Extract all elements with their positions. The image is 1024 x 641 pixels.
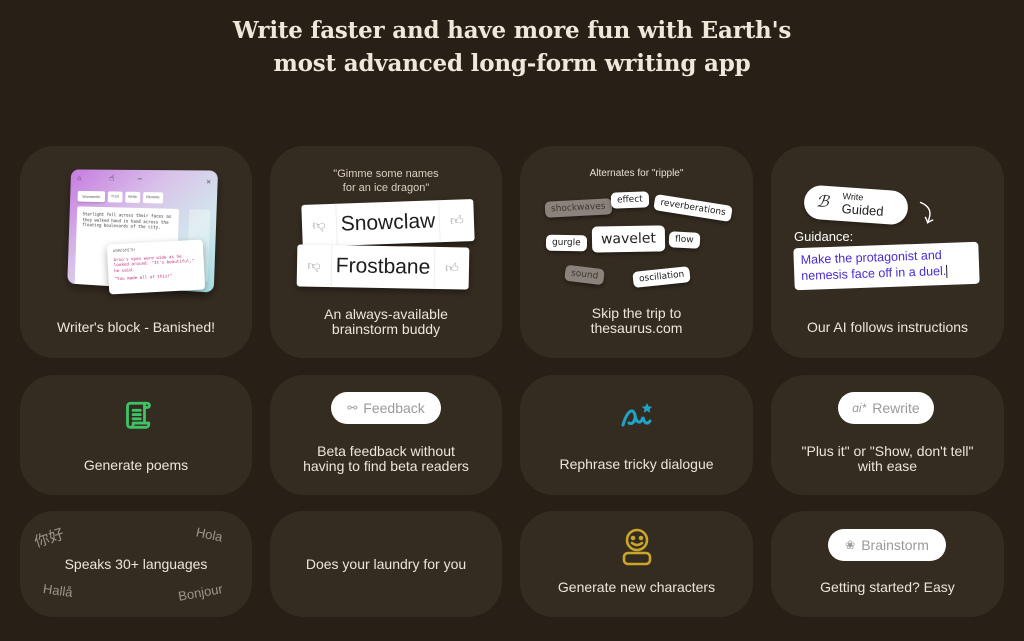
card-caption: An always-available brainstorm buddy <box>270 307 502 337</box>
popup-text: Arno's eyes were wide as he looked aroun… <box>113 253 195 273</box>
pill-label: Rewrite <box>872 400 920 416</box>
caption-line-2: brainstorm buddy <box>331 321 441 337</box>
prompt-line-1: "Gimme some names <box>333 168 439 180</box>
feature-card-brainstorm-buddy: "Gimme some names for an ice dragon" 👎︎ … <box>270 146 502 358</box>
greeting-french: Bonjour <box>177 581 224 604</box>
feature-card-poems: Generate poems <box>20 375 252 495</box>
thumbs-up-icon: 👍︎ <box>445 260 459 276</box>
guidance-input: Make the protagonist and nemesis face of… <box>793 241 980 291</box>
text-caret <box>946 265 948 279</box>
card-caption: Skip the trip to thesaurus.com <box>520 306 753 336</box>
greeting-swedish: Hallå <box>42 581 74 600</box>
caption-line-1: Skip the trip to <box>591 305 682 321</box>
feature-card-writers-block: ⌂ ▪▪▪ ✕ Wordsmith Tl;Dr Write Rewrite St… <box>20 146 252 358</box>
card-caption: Our AI follows instructions <box>806 319 969 335</box>
wordsmith-popup: WORDSMITH Arno's eyes were wide as he lo… <box>106 239 206 295</box>
word-chip: oscillation <box>632 266 692 288</box>
feature-card-thesaurus: Alternates for "ripple" shockwaves effec… <box>520 146 753 358</box>
popup-quote: "You made all of this!" <box>114 273 173 282</box>
name-suggestion-card: 👎︎ Frostbane 👍︎ <box>296 244 470 290</box>
card-caption: Speaks 30+ languages <box>64 556 208 572</box>
caption-line-1: "Plus it" or "Show, don't tell" <box>801 443 974 459</box>
thumbs-down-icon: 👎︎ <box>312 217 326 233</box>
tab-write: Write <box>124 191 141 203</box>
feature-card-rewrite: ɑi* Rewrite "Plus it" or "Show, don't te… <box>771 375 1004 495</box>
word-chip: wavelet <box>591 225 666 253</box>
word-chip: gurgle <box>545 234 587 252</box>
pill-label: Brainstorm <box>861 537 929 553</box>
feature-card-characters: Generate new characters <box>520 511 753 617</box>
headline-line-1: Write faster and have more fun with Eart… <box>232 17 792 44</box>
pointer-cursor-icon: ☝ <box>109 173 115 183</box>
ai-sparkle-icon: ɑi* <box>852 401 867 415</box>
greeting-chinese: 你好 <box>32 525 67 552</box>
card-caption: Rephrase tricky dialogue <box>559 456 714 472</box>
scroll-icon <box>20 399 252 438</box>
caption-line-2: with ease <box>857 458 918 474</box>
quill-icon: ℬ <box>815 191 830 212</box>
close-icon: ✕ <box>205 179 212 187</box>
guidance-label: Guidance: <box>794 229 854 244</box>
card-caption: Getting started? Easy <box>820 579 955 595</box>
card-caption: Does your laundry for you <box>305 556 467 572</box>
glasses-icon: ⚯ <box>347 401 358 415</box>
name-suggestion-card: 👎︎ Snowclaw 👍︎ <box>301 199 475 247</box>
feature-card-rephrase: Rephrase tricky dialogue <box>520 375 753 495</box>
suggested-name: Snowclaw <box>335 200 441 246</box>
tool-tabs: Wordsmith Tl;Dr Write Rewrite <box>77 190 163 204</box>
word-chip: effect <box>610 191 650 209</box>
app-logo: ▪▪▪ <box>137 175 143 181</box>
rewrite-pill: ɑi* Rewrite <box>838 392 934 424</box>
pill-label: Feedback <box>363 400 425 416</box>
prompt-quote: "Gimme some names for an ice dragon" <box>270 167 502 195</box>
caption-line-1: An always-available <box>324 306 448 322</box>
feature-card-languages: 你好 Hola Hallå Bonjour Speaks 30+ languag… <box>20 511 252 617</box>
tab-rewrite: Rewrite <box>142 192 163 204</box>
feature-card-guided-write: ℬ Write Guided ⤵ Guidance: Make the prot… <box>771 146 1004 358</box>
caption-line-2: thesaurus.com <box>590 320 683 336</box>
brainstorm-pill: ❀ Brainstorm <box>828 529 946 561</box>
caption-line-2: having to find beta readers <box>303 458 469 474</box>
word-chip: reverberations <box>653 193 733 223</box>
tab-wordsmith: Wordsmith <box>77 190 106 203</box>
alternates-title: Alternates for "ripple" <box>589 168 684 179</box>
word-chip: flow <box>668 231 700 249</box>
card-caption: Generate new characters <box>557 579 716 595</box>
thumbs-down-icon: 👎︎ <box>307 257 321 273</box>
suggested-name: Frostbane <box>330 245 436 289</box>
home-icon: ⌂ <box>77 175 82 183</box>
feature-card-laundry: Does your laundry for you <box>270 511 502 617</box>
button-line-2: Guided <box>841 201 885 219</box>
card-caption: Writer's block - Banished! <box>56 319 216 335</box>
page-headline: Write faster and have more fun with Eart… <box>0 14 1024 80</box>
caption-line-1: Beta feedback without <box>317 443 455 459</box>
ai-sparkle-icon <box>520 401 753 436</box>
tab-tldr: Tl;Dr <box>107 191 123 203</box>
headline-line-2: most advanced long-form writing app <box>273 50 751 77</box>
brain-icon: ❀ <box>845 538 856 552</box>
prompt-line-2: for an ice dragon" <box>342 182 430 194</box>
card-caption: Generate poems <box>83 457 189 473</box>
write-guided-button: ℬ Write Guided <box>802 184 910 226</box>
feedback-pill: ⚯ Feedback <box>331 392 441 424</box>
guidance-text: Make the protagonist and nemesis face of… <box>800 248 947 283</box>
feature-card-feedback: ⚯ Feedback Beta feedback without having … <box>270 375 502 495</box>
word-chip: sound <box>564 264 606 286</box>
word-chip: shockwaves <box>544 198 612 218</box>
curved-arrow-icon: ⤵ <box>911 201 939 229</box>
greeting-spanish: Hola <box>194 524 225 545</box>
character-icon <box>520 527 753 572</box>
thumbs-up-icon: 👍︎ <box>449 212 464 228</box>
feature-card-getting-started: ❀ Brainstorm Getting started? Easy <box>771 511 1004 617</box>
card-caption: "Plus it" or "Show, don't tell" with eas… <box>771 444 1004 474</box>
card-caption: Beta feedback without having to find bet… <box>270 444 502 474</box>
